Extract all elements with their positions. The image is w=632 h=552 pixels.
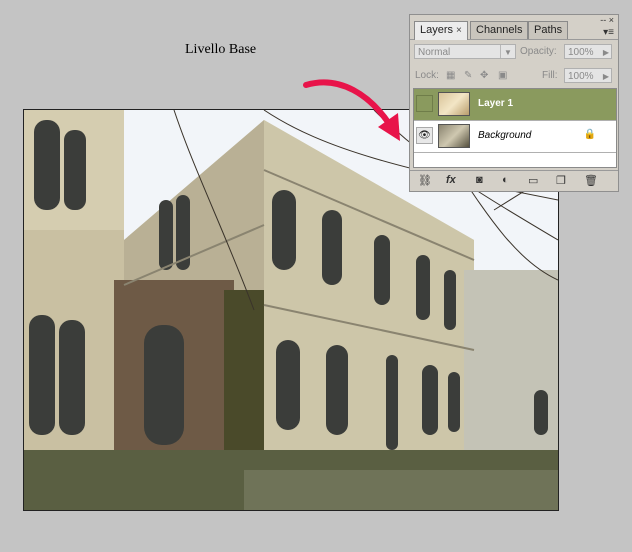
layer-row-background[interactable]: 👁 Background 🔒 bbox=[414, 121, 616, 153]
folder-icon[interactable]: ▭ bbox=[528, 174, 538, 187]
blend-row: Normal ▼ Opacity: 100% ▶ bbox=[410, 40, 618, 64]
opacity-value: 100% bbox=[568, 47, 594, 58]
panel-footer: ⛓ fx ◙ ◐ ▭ ❐ 🗑 bbox=[410, 170, 618, 191]
opacity-label: Opacity: bbox=[520, 46, 557, 57]
opacity-field[interactable]: 100% ▶ bbox=[564, 44, 612, 59]
layers-list: Layer 1 👁 Background 🔒 bbox=[413, 88, 617, 168]
tab-channels[interactable]: Channels bbox=[470, 21, 529, 39]
tab-layers[interactable]: Layers × bbox=[414, 21, 468, 40]
lock-label: Lock: bbox=[415, 70, 439, 81]
background-thumbnail bbox=[438, 124, 470, 148]
panel-tab-bar: Layers × Channels Paths -- × ▾≡ bbox=[410, 15, 618, 40]
chevron-right-icon[interactable]: ▶ bbox=[603, 45, 609, 60]
fx-icon[interactable]: fx bbox=[446, 174, 456, 186]
lock-paint-brush-icon[interactable]: ✎ bbox=[464, 70, 472, 81]
mask-icon[interactable]: ◙ bbox=[476, 174, 483, 186]
tab-layers-label: Layers bbox=[420, 24, 454, 36]
background-name: Background bbox=[478, 130, 532, 141]
caption-livello-base: Livello Base bbox=[185, 42, 257, 57]
blend-mode-select[interactable]: Normal ▼ bbox=[414, 44, 516, 59]
fill-label: Fill: bbox=[542, 70, 558, 81]
link-icon[interactable]: ⛓ bbox=[418, 174, 432, 187]
lock-all-icon[interactable]: ▣ bbox=[498, 70, 507, 81]
lock-move-icon[interactable]: ✥ bbox=[480, 70, 488, 81]
layer-1-thumbnail bbox=[438, 92, 470, 116]
fill-field[interactable]: 100% ▶ bbox=[564, 68, 612, 83]
blend-mode-value: Normal bbox=[418, 47, 451, 58]
lock-icon: 🔒 bbox=[583, 129, 596, 140]
red-arrow-icon bbox=[303, 79, 400, 141]
tab-close-icon[interactable]: × bbox=[456, 25, 462, 36]
tab-paths[interactable]: Paths bbox=[528, 21, 569, 39]
tab-channels-label: Channels bbox=[476, 24, 523, 36]
adjustment-icon[interactable]: ◐ bbox=[502, 174, 509, 186]
window-controls[interactable]: -- × bbox=[600, 15, 614, 25]
layers-panel: Layers × Channels Paths -- × ▾≡ Normal ▼ … bbox=[409, 14, 619, 192]
tab-paths-label: Paths bbox=[534, 24, 563, 36]
eye-icon[interactable]: 👁 bbox=[416, 127, 433, 144]
layer-1-name: Layer 1 bbox=[478, 98, 514, 109]
lock-transparent-icon[interactable]: ▦ bbox=[446, 70, 455, 81]
panel-menu-icon[interactable]: ▾≡ bbox=[603, 27, 614, 38]
new-layer-icon[interactable]: ❐ bbox=[556, 174, 566, 187]
fill-value: 100% bbox=[568, 71, 594, 82]
layer-row-layer-1[interactable]: Layer 1 bbox=[414, 89, 616, 121]
chevron-down-icon: ▼ bbox=[500, 45, 515, 58]
trash-icon[interactable]: 🗑 bbox=[584, 174, 598, 187]
visibility-toggle-empty[interactable] bbox=[416, 95, 433, 112]
chevron-right-icon[interactable]: ▶ bbox=[603, 69, 609, 84]
lock-row: Lock: ▦ ✎ ✥ ▣ Fill: 100% ▶ bbox=[410, 64, 618, 88]
